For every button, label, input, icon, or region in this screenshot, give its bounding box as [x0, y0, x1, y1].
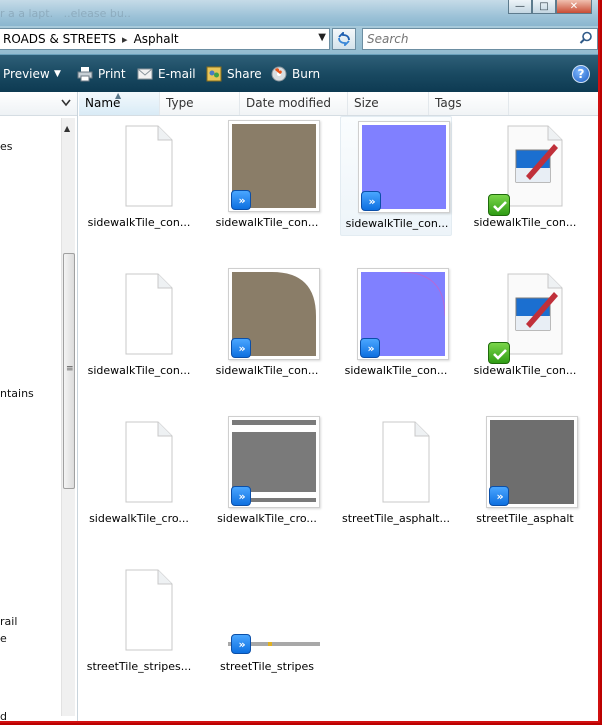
- search-box: [362, 28, 598, 50]
- chevron-down-icon[interactable]: ▼: [318, 32, 326, 43]
- breadcrumb-roads-streets[interactable]: ROADS & STREETS: [0, 32, 116, 46]
- shortcut-arrow-icon: »: [231, 634, 251, 654]
- scroll-up-icon[interactable]: ▲: [64, 124, 70, 133]
- search-input[interactable]: [363, 29, 563, 49]
- close-button[interactable]: ✕: [556, 0, 592, 14]
- file-name: streetTile_stripes...: [86, 660, 192, 673]
- print-label: Print: [98, 67, 126, 81]
- column-date-modified[interactable]: Date modified: [240, 92, 348, 115]
- breadcrumb-separator-icon[interactable]: ▸: [116, 33, 134, 46]
- file-name: sidewalkTile_con...: [344, 364, 448, 377]
- file-name: streetTile_asphalt: [476, 512, 574, 525]
- file-item[interactable]: streetTile_stripes...: [83, 560, 195, 680]
- file-name: sidewalkTile_con...: [473, 216, 577, 229]
- file-item[interactable]: » streetTile_asphalt: [469, 412, 581, 532]
- document-icon: [100, 564, 192, 656]
- file-item[interactable]: sidewalkTile_con...: [469, 116, 581, 236]
- document-icon: [100, 416, 192, 508]
- navigation-pane: ▲ ≡ es ntains rail e d: [0, 92, 78, 721]
- nav-item-fragment[interactable]: rail: [0, 615, 17, 628]
- nav-item-fragment[interactable]: ntains: [0, 387, 34, 400]
- refresh-icon: [338, 32, 350, 46]
- checkmark-icon: [488, 342, 510, 364]
- file-name: sidewalkTile_cro...: [89, 512, 189, 525]
- nav-item-fragment[interactable]: e: [0, 632, 7, 645]
- breadcrumb[interactable]: ROADS & STREETS ▸ Asphalt ▼: [0, 28, 330, 50]
- file-item[interactable]: streetTile_asphalt...: [340, 412, 452, 532]
- burn-disc-icon: [271, 66, 287, 82]
- search-icon[interactable]: [579, 31, 593, 45]
- share-label: Share: [227, 67, 262, 81]
- sort-up-icon: ▲: [115, 91, 122, 100]
- refresh-button[interactable]: [332, 28, 356, 50]
- file-name: streetTile_stripes: [219, 660, 315, 673]
- file-name: sidewalkTile_con...: [87, 216, 191, 229]
- breadcrumb-asphalt[interactable]: Asphalt: [134, 32, 179, 46]
- file-name: streetTile_asphalt...: [342, 512, 450, 525]
- file-name: sidewalkTile_con...: [87, 364, 191, 377]
- file-list: sidewalkTile_con...» sidewalkTile_con...»…: [79, 116, 598, 721]
- column-headers: ▲ Name Type Date modified Size Tags: [79, 91, 598, 116]
- preview-button[interactable]: Preview: [3, 55, 50, 93]
- email-button[interactable]: E-mail: [137, 55, 196, 93]
- shortcut-arrow-icon: »: [361, 191, 381, 211]
- file-name: sidewalkTile_con...: [345, 217, 449, 230]
- envelope-icon: [137, 68, 153, 80]
- file-item[interactable]: » sidewalkTile_con...: [211, 116, 323, 236]
- file-item[interactable]: sidewalkTile_cro...: [83, 412, 195, 532]
- column-name[interactable]: ▲ Name: [79, 91, 160, 115]
- preview-label: Preview: [3, 67, 50, 81]
- checkmark-icon: [488, 194, 510, 216]
- file-item[interactable]: sidewalkTile_con...: [83, 116, 195, 236]
- file-item[interactable]: » sidewalkTile_cro...: [211, 412, 323, 532]
- file-item[interactable]: » sidewalkTile_con...: [340, 116, 452, 236]
- nav-scroll-thumb[interactable]: ≡: [63, 253, 75, 489]
- document-icon: [100, 268, 192, 360]
- column-type[interactable]: Type: [160, 92, 240, 115]
- chevron-down-icon[interactable]: [61, 97, 71, 112]
- share-button[interactable]: Share: [206, 55, 262, 93]
- file-item[interactable]: » sidewalkTile_con...: [340, 264, 452, 384]
- explorer-window: r a a lapt. ..elease bu.. — □ ✕ ROADS & …: [0, 0, 600, 723]
- shortcut-arrow-icon: »: [231, 486, 251, 506]
- file-item[interactable]: » sidewalkTile_con...: [211, 264, 323, 384]
- nav-item-fragment[interactable]: d: [0, 710, 7, 721]
- shortcut-arrow-icon: »: [231, 338, 251, 358]
- file-item[interactable]: sidewalkTile_con...: [469, 264, 581, 384]
- file-name: sidewalkTile_cro...: [217, 512, 317, 525]
- file-name: sidewalkTile_con...: [215, 216, 319, 229]
- address-bar: ROADS & STREETS ▸ Asphalt ▼: [0, 26, 598, 54]
- shortcut-arrow-icon: »: [489, 486, 509, 506]
- file-name: sidewalkTile_con...: [473, 364, 577, 377]
- minimize-button[interactable]: —: [508, 0, 532, 14]
- command-bar: Preview ▼ Print E-mail Share Burn ?: [0, 54, 598, 93]
- nav-scrollbar[interactable]: ▲ ≡: [61, 118, 75, 716]
- burn-label: Burn: [292, 67, 321, 81]
- maximize-button[interactable]: □: [532, 0, 556, 14]
- nav-item-fragment[interactable]: es: [0, 140, 13, 153]
- preview-dropdown-icon[interactable]: ▼: [54, 55, 61, 93]
- nav-pane-header: [0, 92, 77, 116]
- file-item[interactable]: sidewalkTile_con...: [83, 264, 195, 384]
- column-tags[interactable]: Tags: [429, 92, 509, 115]
- title-bar: r a a lapt. ..elease bu.. — □ ✕: [0, 0, 598, 26]
- email-label: E-mail: [158, 67, 196, 81]
- window-title: r a a lapt. ..elease bu..: [0, 7, 131, 20]
- file-item[interactable]: » streetTile_stripes: [211, 560, 323, 680]
- shortcut-arrow-icon: »: [231, 190, 251, 210]
- burn-button[interactable]: Burn: [271, 55, 320, 93]
- column-size[interactable]: Size: [348, 92, 429, 115]
- printer-icon: [77, 67, 93, 82]
- document-icon: [100, 120, 192, 212]
- file-name: sidewalkTile_con...: [215, 364, 319, 377]
- document-icon: [357, 416, 449, 508]
- share-icon: [206, 66, 222, 82]
- help-icon[interactable]: ?: [572, 65, 590, 83]
- shortcut-arrow-icon: »: [360, 338, 380, 358]
